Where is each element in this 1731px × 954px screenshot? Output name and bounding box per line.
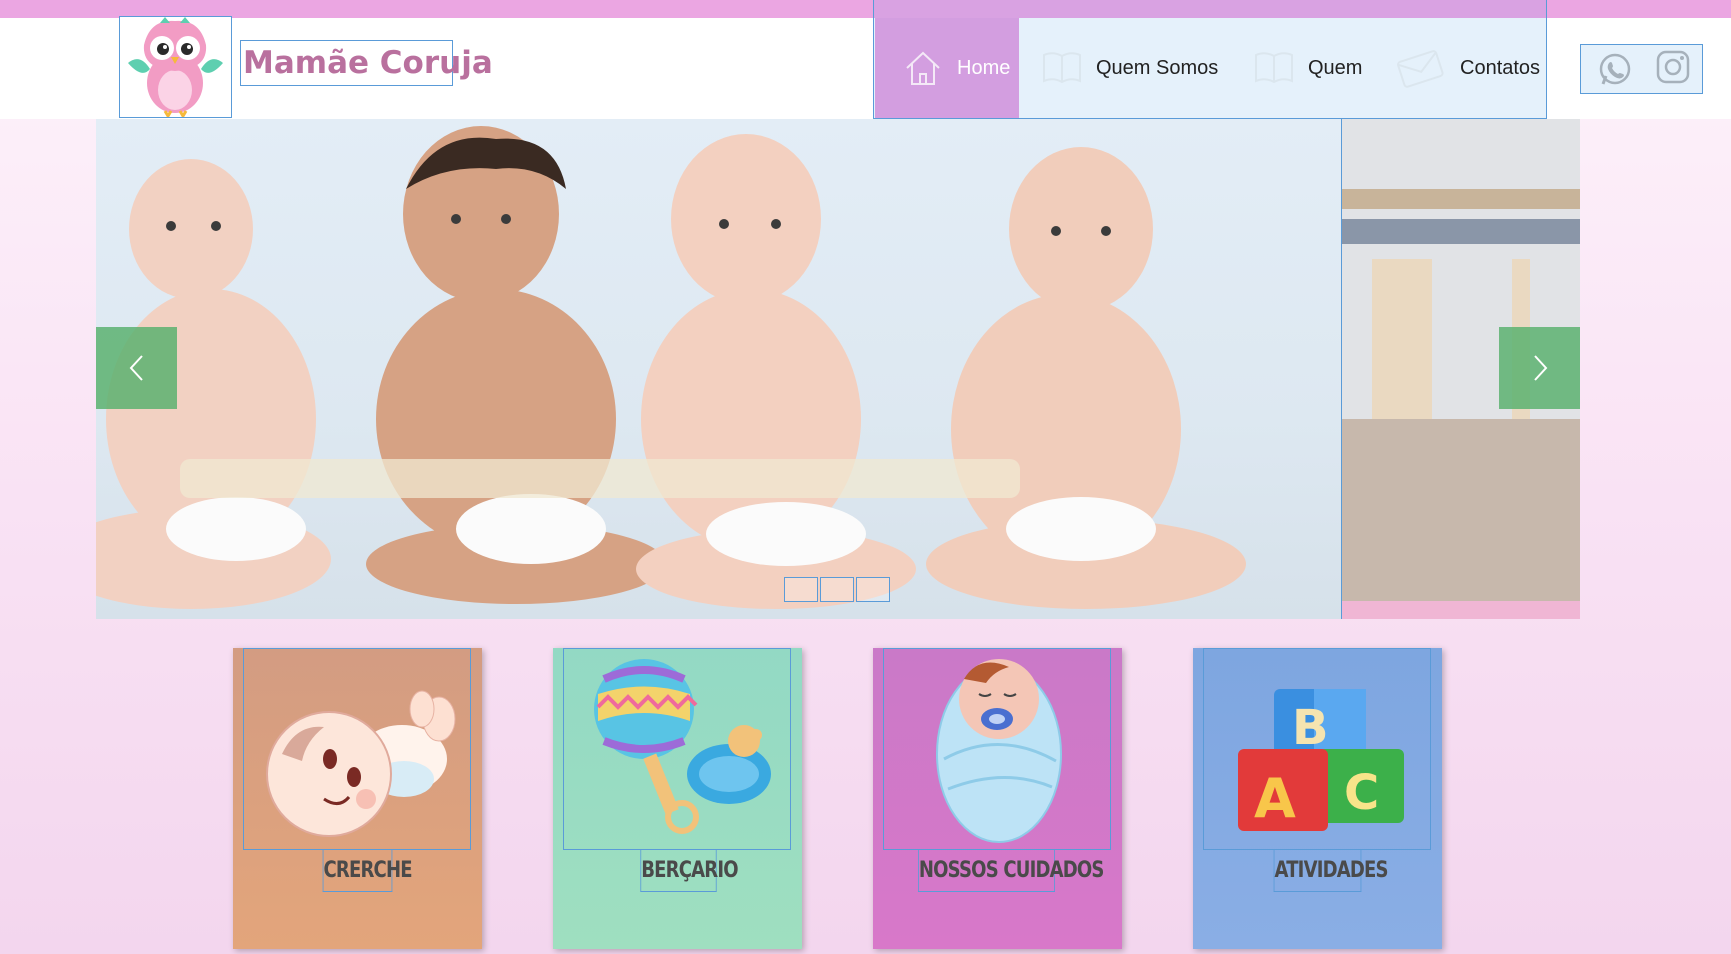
slide-active: [96, 119, 1341, 619]
brand-name[interactable]: Mamãe Coruja: [240, 40, 493, 86]
baby-icon: [266, 690, 456, 837]
babies-photo: [96, 126, 1246, 609]
book-icon: [1042, 51, 1082, 85]
card-image-frame: [883, 648, 1111, 850]
home-icon: [903, 48, 943, 88]
instagram-icon[interactable]: [1655, 49, 1691, 90]
card-label: ATIVIDADES: [1273, 850, 1389, 892]
nav-item-quem[interactable]: Quem: [1254, 18, 1362, 118]
card-bercario[interactable]: BERÇARIO: [553, 648, 802, 949]
nav-item-home[interactable]: Home: [875, 18, 1019, 118]
card-creche[interactable]: CRERCHE: [233, 648, 482, 949]
book-icon: [1254, 51, 1294, 85]
logo[interactable]: [119, 16, 232, 119]
card-nossos-cuidados[interactable]: NOSSOS CUIDADOS: [873, 648, 1122, 949]
nav-item-label: Quem Somos: [1096, 56, 1219, 79]
svg-text:A: A: [1254, 767, 1296, 830]
card-label: CRERCHE: [322, 850, 413, 892]
nav-top-strip: [874, 0, 1546, 18]
nav-item-label: Home: [957, 56, 1011, 79]
swaddled-baby-icon: [936, 659, 1062, 843]
abc-blocks-icon: B C A: [1238, 689, 1404, 831]
chevron-right-icon: [1533, 355, 1547, 381]
nav-item-quem-somos[interactable]: Quem Somos: [1042, 18, 1218, 118]
owl-icon: [128, 17, 223, 119]
chevron-left-icon: [129, 355, 143, 381]
nav-item-label: Quem: [1308, 56, 1363, 79]
carousel-prev-button[interactable]: [96, 327, 177, 409]
card-image-frame: [243, 648, 471, 850]
carousel-indicator[interactable]: [820, 577, 854, 602]
caption-bar: [180, 459, 1020, 498]
main-nav: Home Quem Somos Quem Contatos: [873, 0, 1547, 119]
hero-carousel: [96, 119, 1580, 619]
nav-item-label: Contatos: [1460, 56, 1541, 79]
carousel-indicators: [784, 577, 890, 602]
carousel-indicator[interactable]: [856, 577, 890, 602]
mail-icon: [1394, 42, 1446, 94]
card-label: BERÇARIO: [640, 850, 739, 892]
carousel-indicator[interactable]: [784, 577, 818, 602]
nav-item-contatos[interactable]: Contatos: [1394, 18, 1540, 118]
carousel-next-button[interactable]: [1499, 327, 1580, 409]
card-image-frame: [563, 648, 791, 850]
social-links: [1580, 44, 1703, 94]
whatsapp-icon[interactable]: [1597, 52, 1633, 93]
card-label: NOSSOS CUIDADOS: [918, 850, 1104, 892]
rattle-pacifier-icon: [594, 659, 771, 834]
card-image-frame: B C A: [1203, 648, 1431, 850]
card-atividades[interactable]: B C A ATIVIDADES: [1193, 648, 1442, 949]
svg-text:C: C: [1344, 765, 1379, 821]
svg-text:B: B: [1292, 700, 1329, 756]
